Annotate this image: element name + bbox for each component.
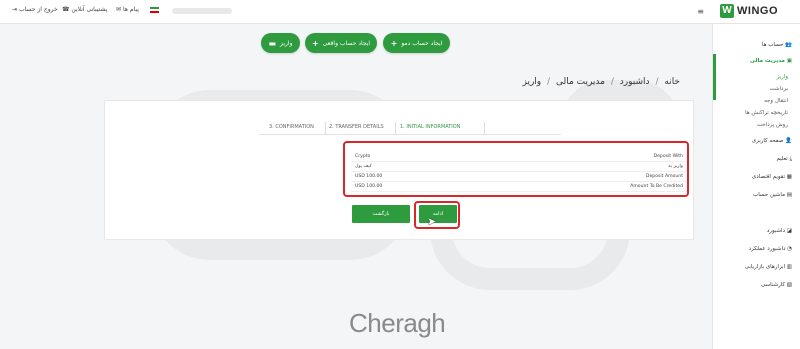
calculator-icon: ▤	[786, 192, 792, 198]
sidebar-item-profile[interactable]: 👤 صفحه کاربری	[752, 138, 792, 144]
sidebar-item-performance[interactable]: ◔ داشبورد عملکرد	[749, 246, 792, 252]
card-icon: ▬	[268, 38, 277, 48]
create-demo-account-button[interactable]: + ایجاد حساب دمو	[383, 33, 450, 53]
sidebar-item-marketing[interactable]: ▥ ابزارهای بازاریابی	[745, 264, 792, 270]
users-icon: 👥	[785, 42, 792, 48]
support-icon: ☎	[62, 6, 70, 13]
mouse-cursor-icon: ➤	[427, 215, 437, 228]
download-icon: ⤓	[789, 156, 792, 162]
plus-icon: +	[390, 38, 398, 48]
sidebar-item-accounts[interactable]: 👥 حساب ها	[762, 42, 792, 48]
sidebar-subitem-withdraw[interactable]: برداشت	[769, 86, 788, 92]
breadcrumb-separator: /	[547, 77, 551, 87]
logout-link[interactable]: ⇥ خروج از حساب	[12, 6, 58, 13]
breadcrumb-current: واریز	[522, 77, 542, 87]
ticket-icon: ▧	[786, 282, 792, 288]
brand-name: WINGO	[737, 5, 778, 17]
step-divider	[484, 122, 485, 134]
brand-logo[interactable]: W WINGO	[720, 4, 778, 18]
create-real-account-button[interactable]: + ایجاد حساب واقعی	[305, 33, 377, 53]
top-bar: ⇥ خروج از حساب ☎ پشتیبانی آنلاین ✉ پیام …	[0, 0, 800, 24]
button-highlight-box	[414, 201, 460, 229]
step-confirmation[interactable]: 3. CONFIRMATION	[269, 124, 314, 130]
messages-link[interactable]: ✉ پیام ها	[116, 6, 139, 13]
wallet-icon: ▣	[786, 58, 792, 64]
sidebar-item-finance[interactable]: ▣ مدیریت مالی	[750, 58, 792, 64]
breadcrumb-separator: /	[655, 77, 659, 87]
envelope-icon: ✉	[116, 6, 122, 13]
step-divider	[395, 122, 396, 134]
breadcrumb: خانه / داشبورد / مدیریت مالی / واریز	[522, 77, 680, 87]
sidebar-subitem-history[interactable]: تاریخچه تراکنش ها	[745, 110, 788, 116]
plus-icon: +	[311, 38, 319, 48]
sidebar-subitem-payment-method[interactable]: روش پرداخت	[757, 122, 788, 128]
logout-icon: ⇥	[12, 6, 18, 13]
sidebar-item-calendar[interactable]: ▦ تقویم اقتصادی	[752, 174, 792, 180]
breadcrumb-finance[interactable]: مدیریت مالی	[556, 77, 605, 87]
support-link[interactable]: ☎ پشتیبانی آنلاین	[62, 6, 107, 13]
sidebar-item-expert[interactable]: ▧ کارشناسی	[761, 282, 792, 288]
sidebar-item-calculator[interactable]: ▤ ماشین حساب	[753, 192, 792, 198]
step-initial-information[interactable]: 1. INITIAL INFORMATION	[400, 124, 460, 130]
table-highlight-box	[343, 141, 689, 197]
breadcrumb-home[interactable]: خانه	[664, 77, 680, 87]
user-icon: 👤	[785, 138, 792, 144]
step-divider	[325, 122, 326, 134]
step-transfer-details[interactable]: 2. TRANSFER DETAILS	[329, 124, 384, 130]
iran-flag-icon[interactable]	[150, 7, 159, 13]
briefcase-icon: ▥	[786, 264, 792, 270]
account-info-blurred	[172, 8, 232, 14]
menu-toggle-icon[interactable]: ≡	[697, 7, 704, 16]
sidebar-subitem-deposit[interactable]: واریز	[777, 74, 788, 80]
brand-mark: W	[720, 4, 734, 18]
watermark-text: Cheragh	[349, 308, 446, 338]
sidebar-item-education[interactable]: ⤓ تعلیم	[776, 156, 792, 163]
back-button[interactable]: بازگشت	[352, 205, 410, 223]
chart-icon: ◔	[787, 246, 792, 252]
dashboard-icon: ◪	[786, 228, 792, 234]
sidebar-active-indicator	[713, 54, 716, 100]
deposit-button[interactable]: ▬ واریز	[261, 33, 300, 53]
sidebar-item-dashboard[interactable]: ◪ داشبورد	[767, 228, 792, 234]
wizard-steps: 3. CONFIRMATION 2. TRANSFER DETAILS 1. I…	[259, 121, 561, 135]
calendar-icon: ▦	[786, 174, 792, 180]
breadcrumb-separator: /	[610, 77, 614, 87]
sidebar: 👥 حساب ها ▣ مدیریت مالی واریز برداشت انت…	[712, 24, 800, 349]
sidebar-subitem-transfer[interactable]: انتقال وجه	[764, 98, 788, 104]
breadcrumb-dashboard[interactable]: داشبورد	[620, 77, 650, 87]
